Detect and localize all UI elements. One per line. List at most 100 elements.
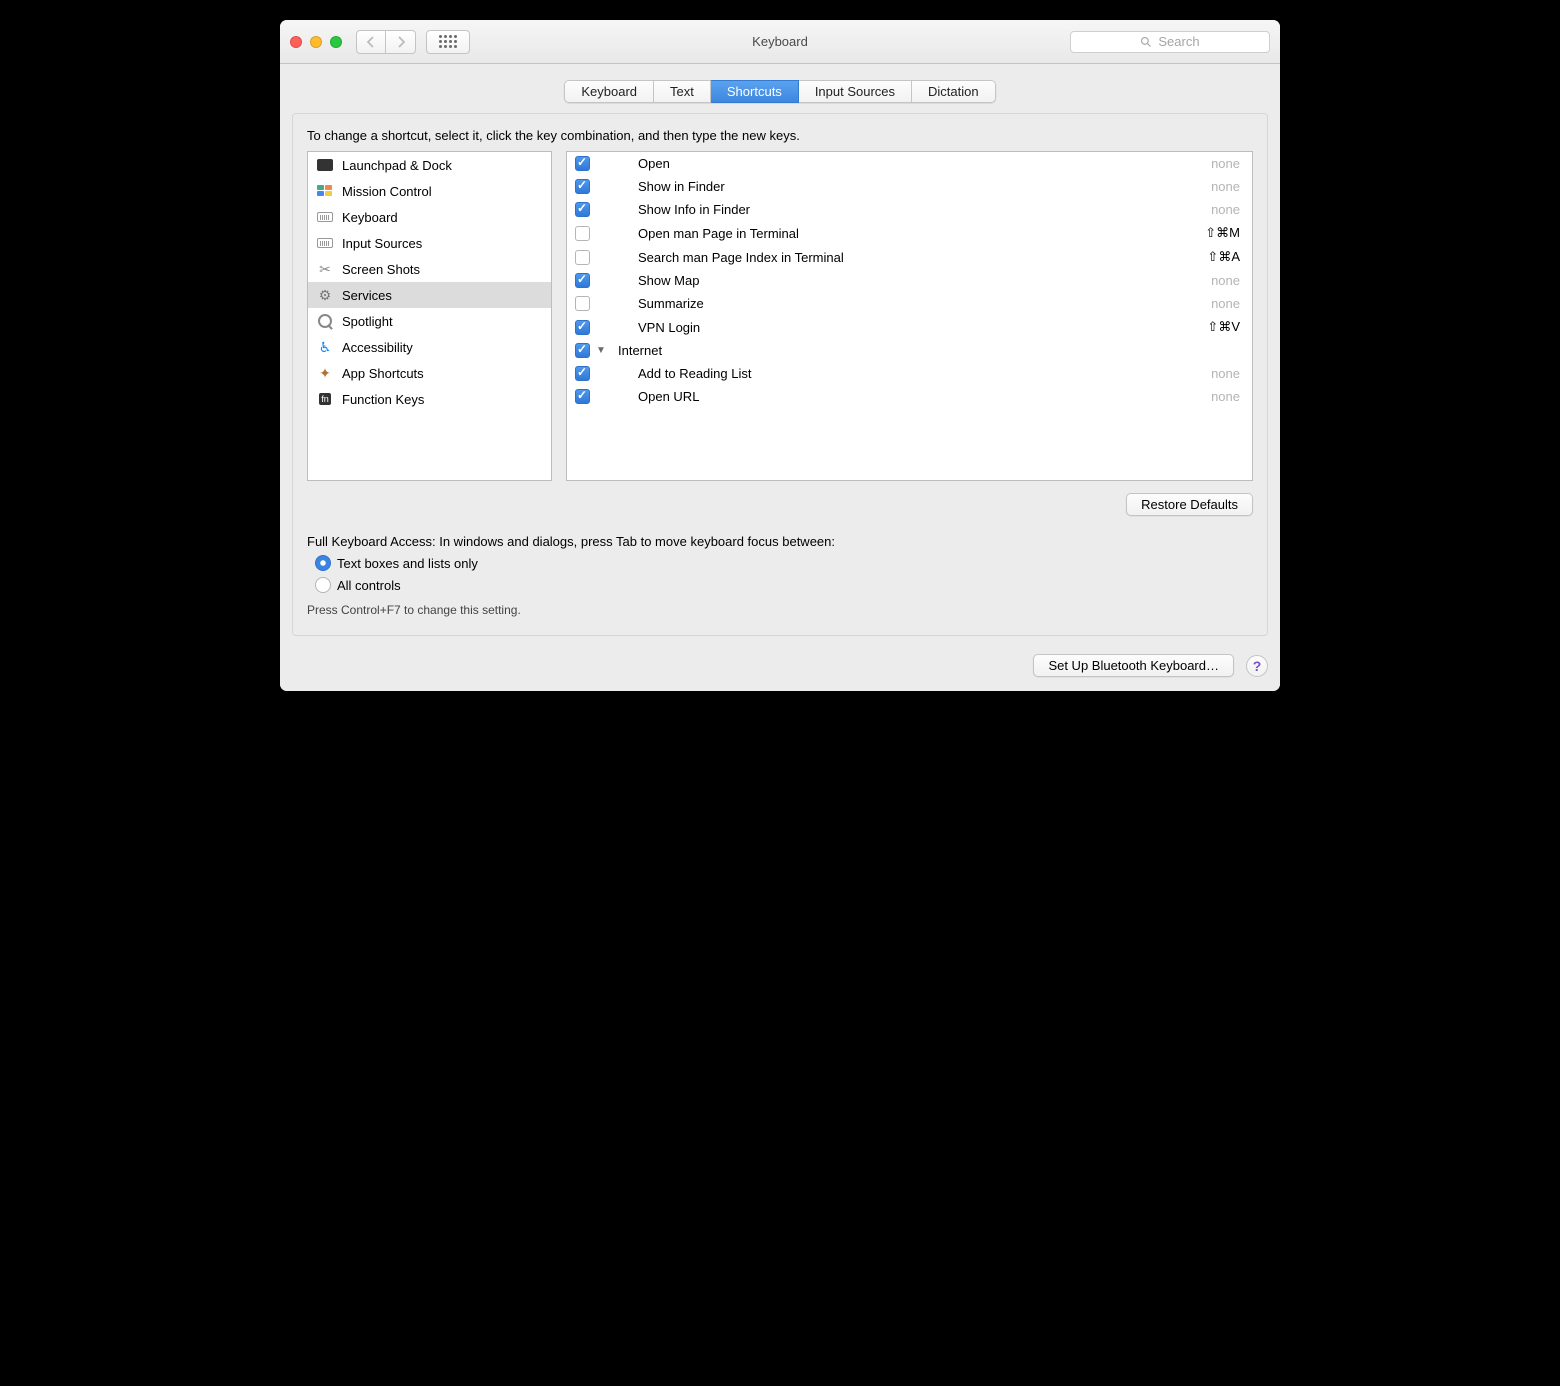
mission-control-icon: [316, 182, 334, 200]
chevron-left-icon: [366, 36, 376, 48]
service-row[interactable]: Open URLnone: [567, 385, 1252, 408]
sidebar-item-label: Accessibility: [342, 340, 413, 355]
spotlight-icon: [316, 312, 334, 330]
sidebar-item-input-sources[interactable]: Input Sources: [308, 230, 551, 256]
service-shortcut[interactable]: none: [1211, 202, 1240, 217]
sidebar-item-label: Services: [342, 288, 392, 303]
service-row[interactable]: Opennone: [567, 152, 1252, 175]
show-all-button[interactable]: [426, 30, 470, 54]
service-label: Open: [596, 156, 1211, 171]
fka-option-textboxes[interactable]: Text boxes and lists only: [315, 555, 1253, 571]
sidebar-item-label: Spotlight: [342, 314, 393, 329]
service-shortcut[interactable]: none: [1211, 156, 1240, 171]
fka-option-all[interactable]: All controls: [315, 577, 1253, 593]
keyboard-icon: [316, 208, 334, 226]
accessibility-icon: ♿︎: [316, 338, 334, 356]
sidebar-item-keyboard[interactable]: Keyboard: [308, 204, 551, 230]
full-keyboard-access: Full Keyboard Access: In windows and dia…: [307, 534, 1253, 617]
service-shortcut[interactable]: none: [1211, 389, 1240, 404]
fka-radio-textboxes[interactable]: [315, 555, 331, 571]
tab-keyboard[interactable]: Keyboard: [564, 80, 654, 103]
service-checkbox[interactable]: [575, 366, 590, 381]
service-row[interactable]: Show Mapnone: [567, 269, 1252, 292]
sidebar-item-app-shortcuts[interactable]: ✦ App Shortcuts: [308, 360, 551, 386]
content: KeyboardTextShortcutsInput SourcesDictat…: [280, 64, 1280, 691]
fka-radio-all[interactable]: [315, 577, 331, 593]
sidebar-item-launchpad-dock[interactable]: Launchpad & Dock: [308, 152, 551, 178]
service-shortcut[interactable]: none: [1211, 179, 1240, 194]
service-checkbox[interactable]: [575, 389, 590, 404]
service-row[interactable]: Summarizenone: [567, 292, 1252, 315]
tab-text[interactable]: Text: [654, 80, 711, 103]
service-checkbox[interactable]: [575, 202, 590, 217]
zoom-icon[interactable]: [330, 36, 342, 48]
service-checkbox[interactable]: [575, 156, 590, 171]
service-row[interactable]: Show in Findernone: [567, 175, 1252, 198]
service-label: VPN Login: [596, 320, 1207, 335]
apps-icon: ✦: [316, 364, 334, 382]
sidebar-item-mission-control[interactable]: Mission Control: [308, 178, 551, 204]
help-icon: ?: [1253, 658, 1262, 674]
sidebar-item-label: App Shortcuts: [342, 366, 424, 381]
forward-button[interactable]: [386, 30, 416, 54]
launchpad-icon: [316, 156, 334, 174]
bluetooth-keyboard-button[interactable]: Set Up Bluetooth Keyboard…: [1033, 654, 1234, 677]
sidebar-item-accessibility[interactable]: ♿︎ Accessibility: [308, 334, 551, 360]
back-button[interactable]: [356, 30, 386, 54]
keyboard-icon: [316, 234, 334, 252]
nav-group: [356, 30, 416, 54]
traffic-lights: [290, 36, 342, 48]
search-placeholder: Search: [1158, 34, 1199, 49]
service-row[interactable]: VPN Login⇧⌘V: [567, 315, 1252, 339]
service-checkbox[interactable]: [575, 226, 590, 241]
chevron-down-icon[interactable]: ▼: [596, 345, 608, 356]
category-list[interactable]: Launchpad & Dock Mission Control Keyboard I…: [307, 151, 552, 481]
grid-icon: [439, 35, 457, 48]
services-list[interactable]: OpennoneShow in FindernoneShow Info in F…: [566, 151, 1253, 481]
restore-defaults-button[interactable]: Restore Defaults: [1126, 493, 1253, 516]
service-checkbox[interactable]: [575, 179, 590, 194]
titlebar: Keyboard Search: [280, 20, 1280, 64]
service-row[interactable]: Search man Page Index in Terminal⇧⌘A: [567, 245, 1252, 269]
service-checkbox[interactable]: [575, 343, 590, 358]
sidebar-item-label: Mission Control: [342, 184, 432, 199]
service-shortcut[interactable]: ⇧⌘A: [1207, 249, 1240, 265]
tab-input-sources[interactable]: Input Sources: [799, 80, 912, 103]
close-icon[interactable]: [290, 36, 302, 48]
service-shortcut[interactable]: ⇧⌘V: [1207, 319, 1240, 335]
service-shortcut[interactable]: none: [1211, 273, 1240, 288]
service-row[interactable]: Show Info in Findernone: [567, 198, 1252, 221]
footer: Set Up Bluetooth Keyboard… ?: [292, 654, 1268, 677]
chevron-right-icon: [396, 36, 406, 48]
service-row[interactable]: Add to Reading Listnone: [567, 362, 1252, 385]
service-label: Show Map: [596, 273, 1211, 288]
service-checkbox[interactable]: [575, 250, 590, 265]
service-checkbox[interactable]: [575, 273, 590, 288]
sidebar-item-services[interactable]: ⚙ Services: [308, 282, 551, 308]
sidebar-item-label: Keyboard: [342, 210, 398, 225]
help-button[interactable]: ?: [1246, 655, 1268, 677]
search-icon: [1140, 36, 1152, 48]
service-shortcut[interactable]: ⇧⌘M: [1205, 225, 1240, 241]
service-checkbox[interactable]: [575, 320, 590, 335]
tab-dictation[interactable]: Dictation: [912, 80, 996, 103]
sidebar-item-function-keys[interactable]: fnFunction Keys: [308, 386, 551, 412]
service-label: Show Info in Finder: [596, 202, 1211, 217]
search-input[interactable]: Search: [1070, 31, 1270, 53]
tab-shortcuts[interactable]: Shortcuts: [711, 80, 799, 103]
prefs-window: Keyboard Search KeyboardTextShortcutsInp…: [280, 20, 1280, 691]
service-shortcut[interactable]: none: [1211, 296, 1240, 311]
minimize-icon[interactable]: [310, 36, 322, 48]
service-checkbox[interactable]: [575, 296, 590, 311]
service-group[interactable]: ▼Internet: [567, 339, 1252, 362]
service-shortcut[interactable]: none: [1211, 366, 1240, 381]
service-label: Search man Page Index in Terminal: [596, 250, 1207, 265]
tab-bar: KeyboardTextShortcutsInput SourcesDictat…: [564, 80, 995, 103]
sidebar-item-label: Input Sources: [342, 236, 422, 251]
sidebar-item-screen-shots[interactable]: ✂︎Screen Shots: [308, 256, 551, 282]
service-label: Summarize: [596, 296, 1211, 311]
gear-icon: ⚙: [316, 286, 334, 304]
fka-hint: Press Control+F7 to change this setting.: [307, 603, 1253, 617]
sidebar-item-spotlight[interactable]: Spotlight: [308, 308, 551, 334]
service-row[interactable]: Open man Page in Terminal⇧⌘M: [567, 221, 1252, 245]
